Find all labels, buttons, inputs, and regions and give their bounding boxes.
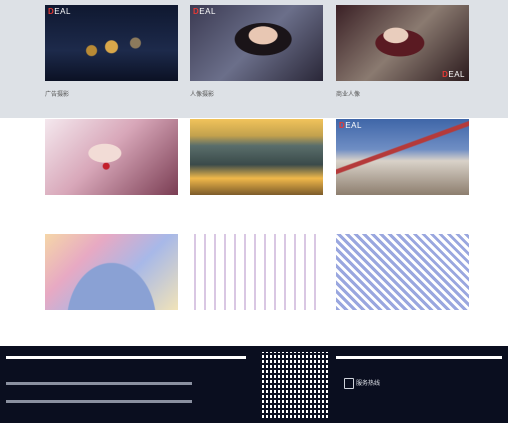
beauty-image <box>45 119 178 195</box>
footer-divider-right <box>336 356 502 359</box>
footer-divider <box>6 356 246 359</box>
footer-address-bar <box>6 400 192 403</box>
abstract-image-2 <box>190 234 323 310</box>
abstract-image-3 <box>336 234 469 310</box>
gallery-tile-advertising[interactable]: DEAL <box>45 5 178 81</box>
brand-logo: DEAL <box>339 121 362 130</box>
site-footer <box>0 346 508 423</box>
perfume-image <box>45 5 178 81</box>
gallery-tile-commercial-portrait[interactable]: DEAL <box>336 5 469 81</box>
phone-icon <box>344 378 354 389</box>
stadium-image <box>190 119 323 195</box>
gallery-tile-building[interactable]: DEAL <box>336 119 469 195</box>
caption-commercial-portrait: 商业人像 <box>336 91 361 98</box>
gallery-tile-portrait[interactable]: DEAL <box>190 5 323 81</box>
hotline-label: 服务热线 <box>356 380 381 387</box>
abstract-image-1 <box>45 234 178 310</box>
brand-logo: DEAL <box>48 7 71 16</box>
footer-nav-bar <box>6 382 192 385</box>
gallery-tile-beauty[interactable] <box>45 119 178 195</box>
qr-code <box>258 350 332 422</box>
portrait-image <box>190 5 323 81</box>
caption-advertising: 广告摄影 <box>45 91 70 98</box>
gallery-tile-abstract-2[interactable] <box>190 234 323 310</box>
gallery-tile-abstract-3[interactable] <box>336 234 469 310</box>
brand-logo: DEAL <box>193 7 216 16</box>
gallery-tile-abstract-1[interactable] <box>45 234 178 310</box>
building-image <box>336 119 469 195</box>
caption-portrait: 人像摄影 <box>190 91 215 98</box>
brand-logo: DEAL <box>442 70 465 79</box>
gallery-grid: DEAL DEAL DEAL 广告摄影 人像摄影 商业人像 DEAL <box>0 0 508 345</box>
gallery-tile-stadium[interactable] <box>190 119 323 195</box>
